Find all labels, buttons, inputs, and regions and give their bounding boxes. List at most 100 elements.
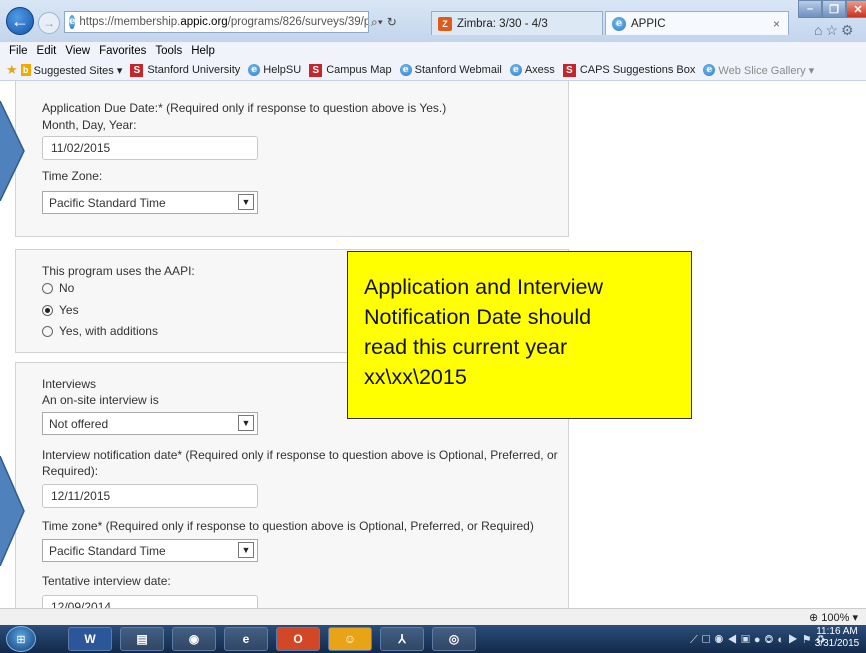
onsite-interview-value: Not offered <box>49 417 109 431</box>
home-favorites-settings-icons[interactable]: ⌂☆⚙ <box>814 22 857 39</box>
app-tz-label: Time Zone: <box>42 169 103 183</box>
search-icon[interactable]: ⌕▾ <box>371 15 383 30</box>
ie-taskbar-icon[interactable]: e <box>224 627 268 651</box>
clock-date: 3/31/2015 <box>814 638 860 649</box>
ie-tab-icon: e <box>612 16 626 31</box>
maximize-icon[interactable]: ❐ <box>822 0 846 18</box>
system-tray-icons[interactable]: ⟋▢◉◀▣●◎◐▶⚑♻ <box>690 633 830 647</box>
clock-time: 11:16 AM <box>816 626 858 637</box>
annotation-arrow-bottom <box>0 456 25 566</box>
menu-favorites[interactable]: Favorites <box>99 45 146 57</box>
ie-link-icon: e <box>703 64 716 76</box>
interview-timezone-value: Pacific Standard Time <box>49 544 166 558</box>
aapi-option-yes-additions[interactable]: Yes, with additions <box>42 324 158 338</box>
menu-tools[interactable]: Tools <box>155 45 182 57</box>
word-taskbar-icon[interactable]: W <box>68 627 112 651</box>
zoom-icon: ⊕ <box>809 612 819 624</box>
close-tab-icon[interactable]: × <box>773 17 780 31</box>
fav-helpsu[interactable]: e HelpSU <box>248 64 301 76</box>
outlook-taskbar-icon[interactable]: O <box>276 627 320 651</box>
clock[interactable]: 11:16 AM 3/31/2015 <box>812 626 862 650</box>
annotation-callout: Application and Interview Notification D… <box>347 251 692 419</box>
menu-help[interactable]: Help <box>191 45 215 57</box>
ie-page-icon: e <box>69 15 76 29</box>
stanford-icon: S <box>562 63 576 77</box>
acrobat-taskbar-icon[interactable]: ⅄ <box>380 627 424 651</box>
url-path: /programs/826/surveys/39/page/4 <box>227 16 368 28</box>
status-bar: ⊕ 100% ▾ <box>0 608 866 626</box>
address-controls: ⌕▾ ↻ <box>371 13 427 31</box>
radio-icon[interactable] <box>42 282 53 294</box>
start-button-icon[interactable]: ⊞ <box>6 626 36 652</box>
bing-icon: b <box>20 64 31 76</box>
callout-line: Application and Interview <box>364 275 604 299</box>
chevron-down-icon[interactable]: ▼ <box>238 415 254 431</box>
tab-label: APPIC <box>631 17 666 30</box>
fav-caps-suggestions[interactable]: S CAPS Suggestions Box <box>562 63 695 77</box>
menu-view[interactable]: View <box>65 45 90 57</box>
address-bar[interactable]: e https://membership. appic.org/programs/… <box>64 11 369 33</box>
ie-link-icon: e <box>248 64 261 76</box>
chevron-down-icon[interactable]: ▼ <box>238 542 254 558</box>
ie-link-icon: e <box>509 64 522 76</box>
fav-suggested-sites[interactable]: b Suggested Sites ▾ <box>20 64 122 77</box>
fav-stanford-university[interactable]: S Stanford University <box>130 63 240 77</box>
stanford-icon: S <box>130 63 144 77</box>
interview-tz-label: Time zone* (Required only if response to… <box>42 519 534 533</box>
radio-icon[interactable] <box>42 325 53 337</box>
zoom-level: 100% <box>821 612 850 624</box>
callout-line: Notification Date should <box>364 305 592 329</box>
app-due-label: Application Due Date:* (Required only if… <box>42 101 447 115</box>
app-timezone-value: Pacific Standard Time <box>49 196 166 210</box>
annotation-arrow-top <box>0 101 25 201</box>
tab-zimbra[interactable]: Z Zimbra: 3/30 - 4/3 <box>431 11 603 35</box>
menu-bar: File Edit View Favorites Tools Help <box>0 42 866 60</box>
callout-line: xx\xx\2015 <box>364 365 467 389</box>
browser-titlebar: ← → e https://membership. appic.org/progr… <box>0 0 866 42</box>
interviews-heading: Interviews <box>42 377 97 391</box>
app-due-card: Application Due Date:* (Required only if… <box>15 81 569 237</box>
minimize-icon[interactable]: – <box>798 0 822 18</box>
zoom-control[interactable]: ⊕ 100% ▾ <box>809 611 858 624</box>
stanford-icon: S <box>309 63 323 77</box>
file-explorer-taskbar-icon[interactable]: ▤ <box>120 627 164 651</box>
url-prefix: https://membership. <box>79 16 181 28</box>
tentative-label: Tentative interview date: <box>42 574 171 588</box>
forward-arrow-icon[interactable]: → <box>38 12 60 34</box>
menu-edit[interactable]: Edit <box>37 45 57 57</box>
aapi-option-no[interactable]: No <box>42 281 74 295</box>
interview-timezone-select[interactable]: Pacific Standard Time ▼ <box>42 539 258 562</box>
notification-date-input[interactable]: 12/11/2015 <box>42 484 258 508</box>
notif-label-line2: Required): <box>42 464 99 478</box>
app-due-date-input[interactable]: 11/02/2015 <box>42 136 258 160</box>
ie-link-icon: e <box>399 64 412 76</box>
menu-file[interactable]: File <box>9 45 28 57</box>
onsite-interview-select[interactable]: Not offered ▼ <box>42 412 258 435</box>
app-timezone-select[interactable]: Pacific Standard Time ▼ <box>42 191 258 214</box>
zimbra-icon: Z <box>438 16 452 31</box>
aapi-option-yes[interactable]: Yes <box>42 303 79 317</box>
fav-stanford-webmail[interactable]: e Stanford Webmail <box>399 64 502 76</box>
close-window-icon[interactable]: ✕ <box>846 0 866 18</box>
tentative-date-input[interactable]: 12/09/2014 <box>42 595 258 608</box>
chevron-down-icon[interactable]: ▼ <box>238 194 254 210</box>
fav-web-slice-gallery[interactable]: e Web Slice Gallery ▾ <box>703 64 814 77</box>
people-taskbar-icon[interactable]: ☺ <box>328 627 372 651</box>
back-arrow-icon[interactable]: ← <box>6 7 34 35</box>
chrome-taskbar-icon[interactable]: ◉ <box>172 627 216 651</box>
refresh-icon[interactable]: ↻ <box>387 15 397 29</box>
aapi-label: This program uses the AAPI: <box>42 264 195 278</box>
favorites-bar: ★ b Suggested Sites ▾ S Stanford Universit… <box>0 60 866 81</box>
radio-selected-icon[interactable] <box>42 304 53 316</box>
tab-appic[interactable]: e APPIC × <box>605 11 789 35</box>
fav-axess[interactable]: e Axess <box>509 64 555 76</box>
windows-taskbar: ⊞ W ▤ ◉ e O ☺ ⅄ ◎ ⟋▢◉◀▣●◎◐▶⚑♻ 11:16 AM 3… <box>0 625 866 653</box>
tab-label: Zimbra: 3/30 - 4/3 <box>457 17 548 30</box>
fav-campus-map[interactable]: S Campus Map <box>309 63 392 77</box>
url-host: appic.org <box>180 16 228 28</box>
favorites-star-icon[interactable]: ★ <box>6 62 18 78</box>
onsite-label: An on-site interview is <box>42 393 159 407</box>
app-due-sublabel: Month, Day, Year: <box>42 118 137 132</box>
audio-taskbar-icon[interactable]: ◎ <box>432 627 476 651</box>
notif-label-line1: Interview notification date* (Required o… <box>42 448 558 462</box>
